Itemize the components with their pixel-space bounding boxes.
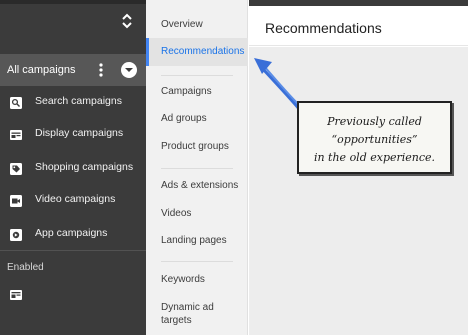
- sidebar-divider: [0, 250, 146, 251]
- nav-item-overview[interactable]: Overview: [161, 18, 203, 31]
- nav-item-dynamic-ad-targets-line2[interactable]: targets: [161, 314, 192, 327]
- annotation-line: in the old experience.: [313, 151, 436, 164]
- sidebar-item-search-campaigns[interactable]: Search campaigns: [0, 90, 146, 114]
- dropdown-circle-icon[interactable]: [121, 62, 137, 78]
- search-icon: [10, 96, 22, 109]
- page-title: Recommendations: [265, 20, 382, 36]
- nav-item-recommendations[interactable]: Recommendations: [161, 45, 244, 58]
- sidebar-item-label: Display campaigns: [35, 127, 124, 139]
- page-menu: Overview Recommendations Campaigns Ad gr…: [146, 0, 248, 335]
- sidebar-item-label: Shopping campaigns: [35, 161, 134, 173]
- shopping-tag-icon: [10, 162, 22, 175]
- sidebar-item-app-campaigns[interactable]: App campaigns: [0, 222, 146, 246]
- content-area: [249, 47, 468, 335]
- active-indicator: [146, 38, 149, 66]
- nav-item-videos[interactable]: Videos: [161, 207, 191, 220]
- sidebar-item-label: Search campaigns: [35, 95, 122, 107]
- nav-item-product-groups[interactable]: Product groups: [161, 140, 229, 153]
- nav-item-dynamic-ad-targets[interactable]: Dynamic ad: [161, 301, 214, 314]
- nav-item-landing-pages[interactable]: Landing pages: [161, 234, 227, 247]
- sidebar-item-display-campaigns[interactable]: Display campaigns: [0, 122, 146, 146]
- display-icon[interactable]: [10, 287, 22, 300]
- app-icon: [10, 228, 22, 241]
- nav-item-campaigns[interactable]: Campaigns: [161, 85, 212, 98]
- all-campaigns-selector[interactable]: All campaigns: [0, 54, 146, 86]
- campaign-sidebar: All campaigns Search campaigns Display c…: [0, 0, 146, 335]
- expand-collapse-icon[interactable]: [118, 11, 136, 31]
- nav-separator: [161, 168, 233, 169]
- annotation-line: “opportunities”: [331, 133, 418, 146]
- all-campaigns-label: All campaigns: [7, 64, 76, 76]
- top-strip: [0, 0, 146, 4]
- annotation-line: Previously called: [327, 115, 422, 128]
- sidebar-item-label: App campaigns: [35, 227, 108, 239]
- page-header: Recommendations: [249, 6, 468, 46]
- video-icon: [10, 194, 22, 207]
- more-options-icon[interactable]: [96, 63, 106, 77]
- sidebar-item-shopping-campaigns[interactable]: Shopping campaigns: [0, 156, 146, 180]
- display-icon: [10, 128, 22, 140]
- enabled-section-label: Enabled: [7, 262, 44, 273]
- sidebar-item-label: Video campaigns: [35, 193, 116, 205]
- nav-separator: [161, 75, 233, 76]
- sidebar-item-video-campaigns[interactable]: Video campaigns: [0, 188, 146, 212]
- nav-item-ads-extensions[interactable]: Ads & extensions: [161, 179, 238, 192]
- annotation-note: Previously called “opportunities” in the…: [297, 101, 452, 174]
- nav-separator: [161, 261, 233, 262]
- nav-item-ad-groups[interactable]: Ad groups: [161, 112, 207, 125]
- nav-item-keywords[interactable]: Keywords: [161, 273, 205, 286]
